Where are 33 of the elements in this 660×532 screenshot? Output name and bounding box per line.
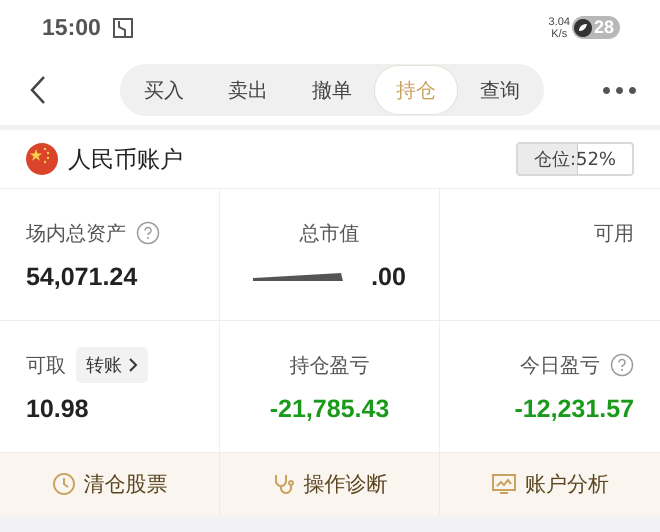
metric-value: 54,071.24 xyxy=(26,263,138,292)
tab[interactable]: 买入 xyxy=(122,65,206,115)
metric-value: 10.98 xyxy=(26,395,89,424)
tab[interactable]: 撤单 xyxy=(290,65,374,115)
action-button[interactable]: 操作诊断 xyxy=(220,453,440,515)
metric-label: 今日盈亏 xyxy=(520,352,600,378)
metric-label: 可取 xyxy=(26,352,66,378)
metric-value: .00 xyxy=(371,263,406,292)
chevron-icon xyxy=(128,357,138,373)
metric-label: 持仓盈亏 xyxy=(290,352,370,378)
network-speed: 3.04 K/s xyxy=(548,16,570,40)
flag-icon xyxy=(26,143,58,175)
metric-label: 场内总资产 xyxy=(26,220,126,246)
back-icon[interactable] xyxy=(30,75,46,105)
position-label: 仓位:52% xyxy=(532,148,618,172)
tab[interactable]: 查询 xyxy=(458,65,542,115)
metric-label: 可用 xyxy=(594,220,634,246)
action-button[interactable]: 账户分析 xyxy=(440,453,660,515)
action-button[interactable]: 清仓股票 xyxy=(0,453,220,515)
clock-icon xyxy=(52,472,76,496)
help-icon[interactable] xyxy=(610,353,634,377)
more-icon[interactable] xyxy=(603,86,636,94)
metric-label: 总市值 xyxy=(300,220,360,246)
metric-value: -21,785.43 xyxy=(270,395,390,424)
transfer-button[interactable]: 转账 xyxy=(76,347,148,383)
monitor-icon xyxy=(491,472,517,496)
tab[interactable]: 卖出 xyxy=(206,65,290,115)
status-time: 15:00 xyxy=(42,14,101,41)
account-name: 人民币账户 xyxy=(68,146,183,174)
sim-icon xyxy=(112,18,133,38)
battery-indicator: 28 xyxy=(572,16,620,39)
help-icon[interactable] xyxy=(136,221,160,245)
metric-value: -12,231.57 xyxy=(514,395,634,424)
